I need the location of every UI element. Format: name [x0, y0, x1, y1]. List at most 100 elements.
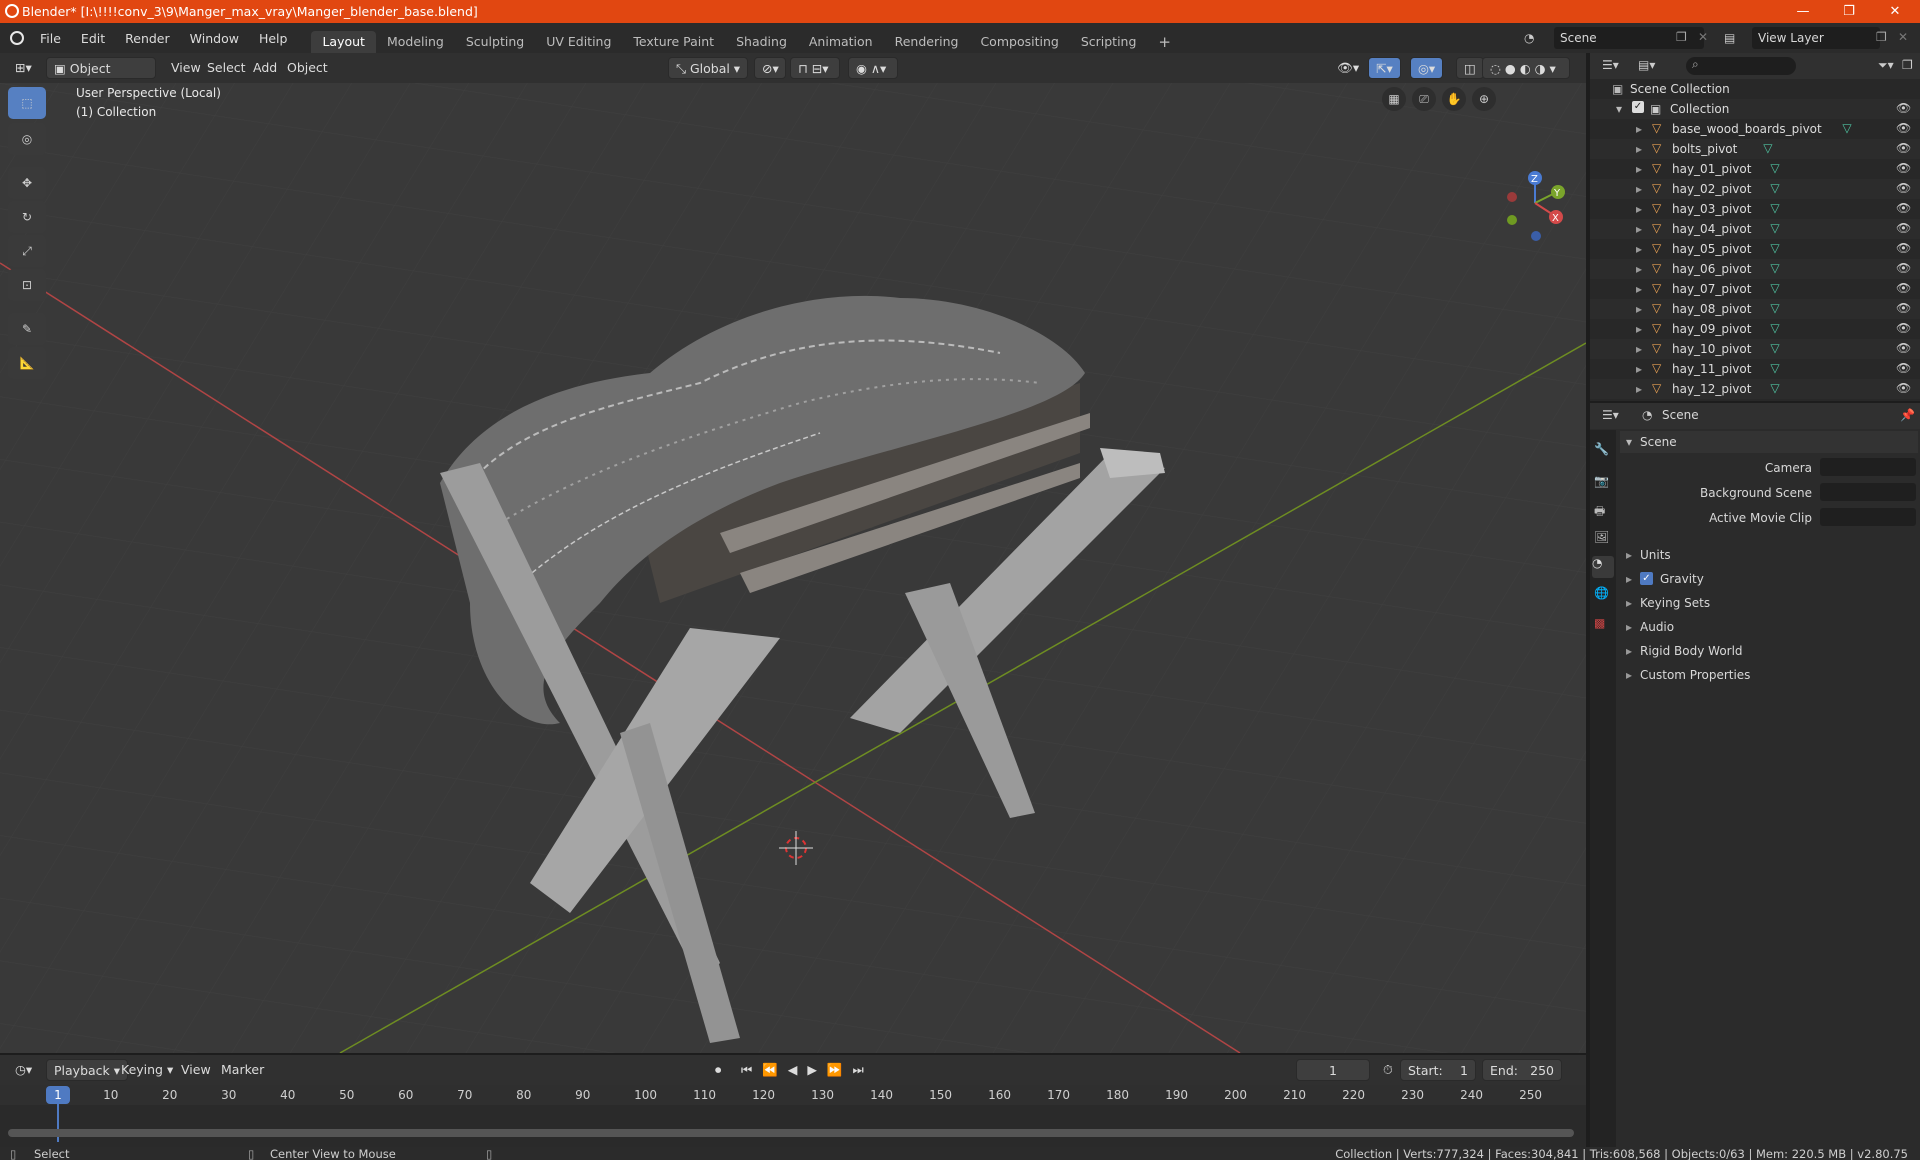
camera-field[interactable] [1820, 458, 1916, 476]
visibility-eye-icon[interactable]: 👁 [1896, 301, 1911, 315]
minimize-button[interactable]: — [1780, 0, 1826, 23]
menu-window[interactable]: Window [180, 31, 249, 46]
timeline-view-menu[interactable]: View [174, 1059, 218, 1081]
outliner-object-row[interactable]: ▸ ▽ hay_02_pivot ▽ 👁 [1590, 179, 1920, 199]
outliner-editor-icon[interactable]: ☰▾ [1602, 58, 1619, 72]
expand-arrow-icon[interactable]: ▸ [1636, 302, 1642, 316]
expand-arrow-icon[interactable]: ▸ [1636, 342, 1642, 356]
expand-arrow-icon[interactable]: ▸ [1636, 242, 1642, 256]
outliner-object-row[interactable]: ▸ ▽ hay_05_pivot ▽ 👁 [1590, 239, 1920, 259]
new-scene-icon[interactable]: ❐ [1676, 30, 1687, 44]
overlays-toggle-icon[interactable]: ◎▾ [1410, 57, 1444, 79]
property-section-row[interactable]: ▸ Audio [1620, 616, 1918, 638]
visibility-eye-icon[interactable]: 👁 [1896, 161, 1911, 175]
outliner-object-row[interactable]: ▸ ▽ hay_03_pivot ▽ 👁 [1590, 199, 1920, 219]
pin-icon[interactable]: 📌 [1900, 408, 1915, 422]
property-section-row[interactable]: ▸ Custom Properties [1620, 664, 1918, 686]
mesh-data-icon[interactable]: ▽ [1770, 321, 1779, 335]
move-tool-icon[interactable]: ✥ [8, 167, 46, 199]
snap-icon[interactable]: ⊓ ⊟▾ [790, 57, 840, 79]
active-movie-clip-field[interactable] [1820, 508, 1916, 526]
mesh-data-icon[interactable]: ▽ [1842, 121, 1851, 135]
shading-mode-buttons[interactable]: ◌ ● ◐ ◑ ▾ [1482, 57, 1570, 79]
outliner-object-row[interactable]: ▸ ▽ hay_01_pivot ▽ 👁 [1590, 159, 1920, 179]
menu-object[interactable]: Object [280, 57, 335, 79]
mesh-data-icon[interactable]: ▽ [1770, 201, 1779, 215]
menu-edit[interactable]: Edit [71, 31, 115, 46]
scene-panel-header[interactable]: ▾ Scene [1620, 431, 1918, 453]
visibility-eye-icon[interactable]: 👁 [1896, 281, 1911, 295]
outliner-object-row[interactable]: ▸ ▽ bolts_pivot ▽ 👁 [1590, 139, 1920, 159]
mesh-data-icon[interactable]: ▽ [1770, 281, 1779, 295]
view-layer-field[interactable]: View Layer [1752, 27, 1880, 49]
visibility-eye-icon[interactable]: 👁 [1896, 341, 1911, 355]
menu-file[interactable]: File [30, 31, 71, 46]
expand-arrow-icon[interactable]: ▾ [1616, 102, 1622, 116]
scale-tool-icon[interactable]: ⤢ [8, 235, 46, 267]
mesh-data-icon[interactable]: ▽ [1770, 221, 1779, 235]
editor-type-icon[interactable]: ⊞▾ [8, 57, 39, 79]
visibility-eye-icon[interactable]: 👁 [1896, 361, 1911, 375]
proportional-editing-icon[interactable]: ◉ ∧▾ [848, 57, 898, 79]
visibility-eye-icon[interactable]: 👁 [1896, 201, 1911, 215]
expand-arrow-icon[interactable]: ▸ [1636, 202, 1642, 216]
add-workspace-button[interactable]: + [1147, 31, 1182, 53]
outliner-object-row[interactable]: ▸ ▽ hay_04_pivot ▽ 👁 [1590, 219, 1920, 239]
object-visibility-icon[interactable]: 👁▾ [1330, 57, 1366, 79]
expand-arrow-icon[interactable]: ▸ [1636, 162, 1642, 176]
mesh-data-icon[interactable]: ▽ [1770, 361, 1779, 375]
outliner-object-row[interactable]: ▸ ▽ base_wood_boards_pivot ▽ 👁 [1590, 119, 1920, 139]
tab-sculpting[interactable]: Sculpting [455, 31, 535, 53]
tab-animation[interactable]: Animation [798, 31, 884, 53]
tab-compositing[interactable]: Compositing [969, 31, 1069, 53]
property-section-row[interactable]: ▸ Rigid Body World [1620, 640, 1918, 662]
expand-arrow-icon[interactable]: ▸ [1636, 262, 1642, 276]
outliner-object-row[interactable]: ▸ ▽ hay_12_pivot ▽ 👁 [1590, 379, 1920, 399]
mesh-data-icon[interactable]: ▽ [1770, 381, 1779, 395]
blender-menu-icon[interactable] [10, 31, 24, 45]
visibility-eye-icon[interactable]: 👁 [1896, 181, 1911, 195]
xray-toggle-icon[interactable]: ◫ [1456, 57, 1484, 79]
maximize-button[interactable]: ❐ [1826, 0, 1872, 23]
menu-render[interactable]: Render [115, 31, 180, 46]
visibility-eye-icon[interactable]: 👁 [1896, 121, 1911, 135]
render-tab-icon[interactable]: 📷 [1594, 474, 1609, 488]
mesh-data-icon[interactable]: ▽ [1770, 161, 1779, 175]
output-tab-icon[interactable]: 🖶 [1594, 502, 1605, 523]
outliner-object-row[interactable]: ▸ ▽ hay_10_pivot ▽ 👁 [1590, 339, 1920, 359]
playhead[interactable]: 1 [46, 1086, 70, 1104]
menu-add[interactable]: Add [246, 57, 284, 79]
pan-hand-icon[interactable]: ✋ [1442, 87, 1466, 111]
mesh-data-icon[interactable]: ▽ [1770, 241, 1779, 255]
view-layer-icon[interactable]: ▤ [1724, 27, 1742, 49]
keying-menu[interactable]: Keying ▾ [114, 1059, 180, 1081]
visibility-eye-icon[interactable]: 👁 [1896, 241, 1911, 255]
view-layer-tab-icon[interactable]: 🖼 [1594, 530, 1609, 544]
mesh-data-icon[interactable]: ▽ [1770, 261, 1779, 275]
outliner-collection-row[interactable]: ▾ ✓ ▣ Collection 👁 [1590, 99, 1920, 119]
property-section-row[interactable]: ▸ Units [1620, 544, 1918, 566]
tab-rendering[interactable]: Rendering [884, 31, 970, 53]
background-scene-field[interactable] [1820, 483, 1916, 501]
expand-arrow-icon[interactable]: ▸ [1636, 382, 1642, 396]
annotate-tool-icon[interactable]: ✎ [8, 313, 46, 345]
outliner-object-row[interactable]: ▸ ▽ hay_08_pivot ▽ 👁 [1590, 299, 1920, 319]
menu-select[interactable]: Select [200, 57, 253, 79]
stopwatch-icon[interactable]: ⏱ [1376, 1059, 1400, 1081]
rotate-tool-icon[interactable]: ↻ [8, 201, 46, 233]
expand-arrow-icon[interactable]: ▸ [1636, 282, 1642, 296]
delete-view-layer-icon[interactable]: ✕ [1898, 30, 1908, 44]
camera-view-icon[interactable]: ⎚ [1412, 87, 1436, 111]
collection-checkbox[interactable]: ✓ [1632, 101, 1644, 113]
mesh-data-icon[interactable]: ▽ [1770, 341, 1779, 355]
new-view-layer-icon[interactable]: ❐ [1876, 30, 1887, 44]
gizmo-toggle-icon[interactable]: ⇱▾ [1368, 57, 1401, 79]
record-button[interactable]: ⏺ [708, 1059, 728, 1081]
expand-arrow-icon[interactable]: ▸ [1636, 122, 1642, 136]
outliner-scene-collection-row[interactable]: ▣ Scene Collection [1590, 79, 1920, 99]
visibility-eye-icon[interactable]: 👁 [1896, 381, 1911, 395]
visibility-eye-icon[interactable]: 👁 [1896, 141, 1911, 155]
world-tab-icon[interactable]: 🌐 [1594, 586, 1609, 600]
expand-arrow-icon[interactable]: ▸ [1636, 182, 1642, 196]
expand-arrow-icon[interactable]: ▸ [1636, 142, 1642, 156]
